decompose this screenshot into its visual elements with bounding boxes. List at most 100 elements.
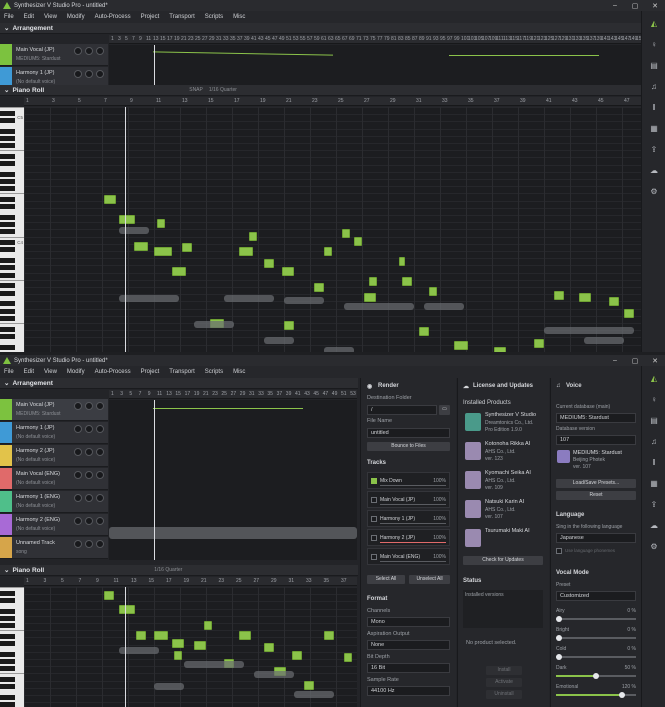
black-key[interactable]: [0, 597, 15, 603]
solo-button[interactable]: [85, 402, 93, 410]
black-key[interactable]: [0, 695, 15, 700]
menu-transport[interactable]: Transport: [169, 14, 194, 20]
render-track-checkbox[interactable]: [371, 535, 377, 541]
note[interactable]: [624, 309, 634, 318]
menu-edit[interactable]: Edit: [24, 369, 34, 375]
piano-roll-ruler[interactable]: 1 3 5 7 9 11 13 15 17 19 21 23 25 27 29 31 33 35 37: [24, 577, 357, 586]
black-key[interactable]: [0, 110, 15, 116]
record-button[interactable]: [96, 517, 104, 525]
track-row[interactable]: Harmony 2 (ENG) (No default voice): [0, 514, 108, 536]
black-key[interactable]: [0, 623, 15, 628]
export-icon[interactable]: ⇪: [649, 500, 659, 509]
arrangement-header[interactable]: ⌄ Arrangement: [0, 23, 641, 34]
note[interactable]: [342, 229, 350, 238]
mute-button[interactable]: [74, 425, 82, 433]
piano-roll-canvas[interactable]: [24, 107, 641, 352]
menu-view[interactable]: View: [44, 369, 57, 375]
note[interactable]: [364, 293, 376, 302]
layers-icon[interactable]: ▤: [649, 416, 659, 425]
record-button[interactable]: [96, 448, 104, 456]
close-button[interactable]: ✕: [645, 357, 665, 365]
render-track-row[interactable]: Main Vocal (JP) 100%: [367, 491, 450, 508]
record-button[interactable]: [96, 70, 104, 78]
arrangement-header[interactable]: ⌄ Arrangement: [0, 378, 358, 389]
black-key[interactable]: [0, 161, 15, 166]
menu-transport[interactable]: Transport: [169, 369, 194, 375]
menu-misc[interactable]: Misc: [233, 369, 245, 375]
arrangement-ruler[interactable]: 1 3 5 7 9 11 13 15 17 19 21 23 25 27 29 31 33 35 37 39 41 43 4…: [109, 390, 357, 399]
note-icon[interactable]: ♫: [649, 82, 659, 91]
mute-button[interactable]: [74, 402, 82, 410]
collapse-chevron-icon[interactable]: ⌄: [4, 24, 9, 32]
solo-button[interactable]: [85, 517, 93, 525]
note[interactable]: [304, 681, 314, 690]
render-track-row[interactable]: Main Vocal (ENG) 100%: [367, 548, 450, 565]
note[interactable]: [136, 631, 146, 640]
black-key[interactable]: [0, 240, 15, 246]
solo-button[interactable]: [85, 494, 93, 502]
playhead[interactable]: [125, 107, 126, 352]
grid-icon[interactable]: ▦: [649, 479, 659, 488]
quantize-select[interactable]: 1/16 Quarter: [154, 567, 182, 573]
product-row[interactable]: Kotonoha Rikka AI AHS Co., Ltd. ver. 123: [463, 440, 545, 466]
menu-auto-process[interactable]: Auto-Process: [95, 14, 131, 20]
language-select[interactable]: Japanese: [556, 533, 636, 543]
black-key[interactable]: [0, 677, 15, 682]
black-key[interactable]: [0, 301, 15, 307]
track-main-vocal-jp[interactable]: Main Vocal (JP) MEDIUM5: Stardust: [0, 44, 108, 66]
black-key[interactable]: [0, 222, 15, 228]
solo-button[interactable]: [85, 70, 93, 78]
note[interactable]: [284, 321, 294, 330]
note[interactable]: [292, 651, 302, 660]
maximize-button[interactable]: ▢: [625, 357, 645, 365]
note[interactable]: [282, 267, 294, 276]
black-key[interactable]: [0, 641, 15, 646]
install-button[interactable]: Install: [486, 666, 522, 675]
black-key[interactable]: [0, 215, 15, 220]
note[interactable]: [104, 195, 116, 204]
note[interactable]: [429, 287, 437, 296]
track-row[interactable]: Harmony 2 (JP) (No default voice): [0, 445, 108, 467]
current-db-select[interactable]: MEDIUM5: Stardust: [556, 413, 636, 423]
grid-icon[interactable]: ▦: [649, 124, 659, 133]
note[interactable]: [172, 639, 184, 648]
render-track-row[interactable]: Harmony 1 (JP) 100%: [367, 510, 450, 527]
black-key[interactable]: [0, 308, 15, 314]
quantize-select[interactable]: 1/16 Quarter: [209, 87, 237, 93]
black-key[interactable]: [0, 333, 15, 339]
aspiration-select[interactable]: None: [367, 640, 450, 650]
note[interactable]: [494, 347, 506, 352]
black-key[interactable]: [0, 344, 15, 350]
arrangement-canvas[interactable]: [109, 400, 357, 560]
gear-icon[interactable]: ⚙: [649, 542, 659, 551]
black-key[interactable]: [0, 272, 15, 278]
note[interactable]: [344, 653, 352, 662]
black-key[interactable]: [0, 258, 15, 264]
slider-track[interactable]: [556, 618, 636, 620]
note[interactable]: [174, 651, 182, 660]
piano-roll-canvas[interactable]: [24, 587, 357, 707]
mute-button[interactable]: [74, 47, 82, 55]
black-key[interactable]: [0, 143, 15, 148]
menu-auto-process[interactable]: Auto-Process: [95, 369, 131, 375]
layers-icon[interactable]: ▤: [649, 61, 659, 70]
note[interactable]: [134, 242, 148, 251]
preset-select[interactable]: Customized: [556, 591, 636, 601]
record-button[interactable]: [96, 425, 104, 433]
product-row[interactable]: Kyomachi Seika AI AHS Co., Ltd. ver. 109: [463, 469, 545, 495]
menu-file[interactable]: File: [4, 14, 14, 20]
product-row[interactable]: Tsurumaki Maki AI: [463, 527, 545, 553]
slider-track[interactable]: [556, 637, 636, 639]
mute-button[interactable]: [74, 471, 82, 479]
menu-project[interactable]: Project: [141, 369, 160, 375]
note[interactable]: [324, 631, 334, 640]
check-updates-button[interactable]: Check for Updates: [463, 556, 543, 565]
slider-knob[interactable]: [618, 692, 625, 698]
render-track-checkbox[interactable]: [371, 516, 377, 522]
note[interactable]: [402, 277, 412, 286]
piano-keyboard[interactable]: [0, 587, 24, 707]
black-key[interactable]: [0, 608, 15, 614]
playhead[interactable]: [154, 400, 155, 560]
note[interactable]: [154, 247, 172, 256]
note-icon[interactable]: ♫: [649, 437, 659, 446]
